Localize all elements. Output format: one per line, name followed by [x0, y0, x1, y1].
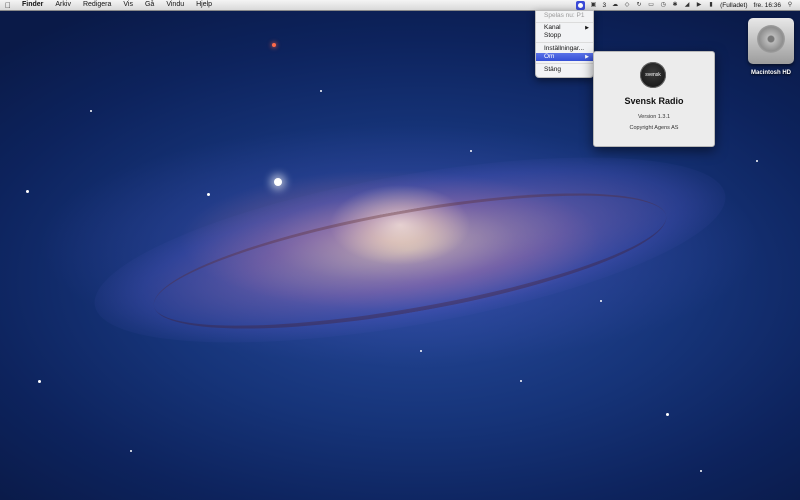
about-version: Version 1.3.1: [637, 114, 671, 120]
submenu-arrow-icon: ▶: [585, 25, 589, 31]
svensk-radio-logo: svensk radio: [640, 62, 666, 104]
dropbox-icon[interactable]: ◇: [623, 1, 631, 9]
menu-bar:  Finder Arkiv Redigera Vis Gå Vindu Hje…: [0, 0, 800, 11]
menu-item-label: Om: [544, 53, 555, 60]
badge-count[interactable]: 3: [602, 2, 606, 9]
menu-vindu[interactable]: Vindu: [160, 0, 190, 10]
star: [420, 350, 422, 352]
menu-item-stopp[interactable]: Stopp: [536, 32, 593, 40]
menu-item-kanal[interactable]: Kanal ▶: [536, 24, 593, 32]
now-playing-label: Spelas nu: P1: [544, 12, 585, 19]
status-area: ▣ 3 ☁ ◇ ↻ ▭ ◷ ✱ ◢ ▶ ▮ (Fulladet) fre. 16…: [574, 0, 796, 10]
cloud-icon[interactable]: ☁: [611, 1, 619, 9]
menu-item-stang[interactable]: Stäng: [536, 66, 593, 74]
volume-icon[interactable]: ▶: [695, 1, 703, 9]
star: [90, 110, 92, 112]
menu-item-label: Kanal: [544, 24, 561, 31]
star: [470, 150, 472, 152]
display-icon[interactable]: ▣: [589, 1, 597, 9]
submenu-arrow-icon: ▶: [585, 54, 589, 60]
time-machine-icon[interactable]: ◷: [659, 1, 667, 9]
apple-logo-icon[interactable]: : [0, 1, 16, 10]
sync-icon[interactable]: ↻: [635, 1, 643, 9]
star: [700, 470, 702, 472]
menu-item-om[interactable]: Om ▶: [536, 53, 593, 61]
red-star: [272, 43, 276, 47]
star: [130, 450, 132, 452]
star: [207, 193, 210, 196]
menu-separator: [536, 22, 593, 23]
menu-redigera[interactable]: Redigera: [77, 0, 117, 10]
about-window: svensk radio Svensk Radio Version 1.3.1 …: [593, 51, 715, 147]
hard-drive-icon[interactable]: [748, 18, 794, 64]
svensk-radio-icon[interactable]: [576, 0, 586, 10]
menu-finder[interactable]: Finder: [16, 0, 49, 10]
menu-item-installningar[interactable]: Inställningar...: [536, 45, 593, 53]
star: [38, 380, 41, 383]
menu-separator: [536, 63, 593, 64]
star: [320, 90, 322, 92]
menu-arkiv[interactable]: Arkiv: [49, 0, 77, 10]
menu-ga[interactable]: Gå: [139, 0, 160, 10]
search-icon[interactable]: ⚲: [786, 1, 794, 9]
about-copyright: Copyright Agens AS: [629, 125, 679, 131]
star: [520, 380, 522, 382]
clock[interactable]: fre. 16:36: [754, 2, 781, 9]
airplay-icon[interactable]: ▭: [647, 1, 655, 9]
about-title: Svensk Radio: [624, 96, 684, 106]
bright-star: [274, 178, 282, 186]
wifi-icon[interactable]: ◢: [683, 1, 691, 9]
menu-separator: [536, 42, 593, 43]
menu-vis[interactable]: Vis: [117, 0, 139, 10]
menu-hjelp[interactable]: Hjelp: [190, 0, 218, 10]
radio-dropdown-menu: Spelas nu: P1 Kanal ▶ Stopp Inställninga…: [535, 10, 594, 78]
battery-icon[interactable]: ▮: [707, 1, 715, 9]
battery-status[interactable]: (Fulladet): [720, 2, 747, 9]
star: [600, 300, 602, 302]
hard-drive-label[interactable]: Macintosh HD: [742, 70, 800, 76]
star: [26, 190, 29, 193]
star: [666, 413, 669, 416]
star: [756, 160, 758, 162]
bluetooth-icon[interactable]: ✱: [671, 1, 679, 9]
